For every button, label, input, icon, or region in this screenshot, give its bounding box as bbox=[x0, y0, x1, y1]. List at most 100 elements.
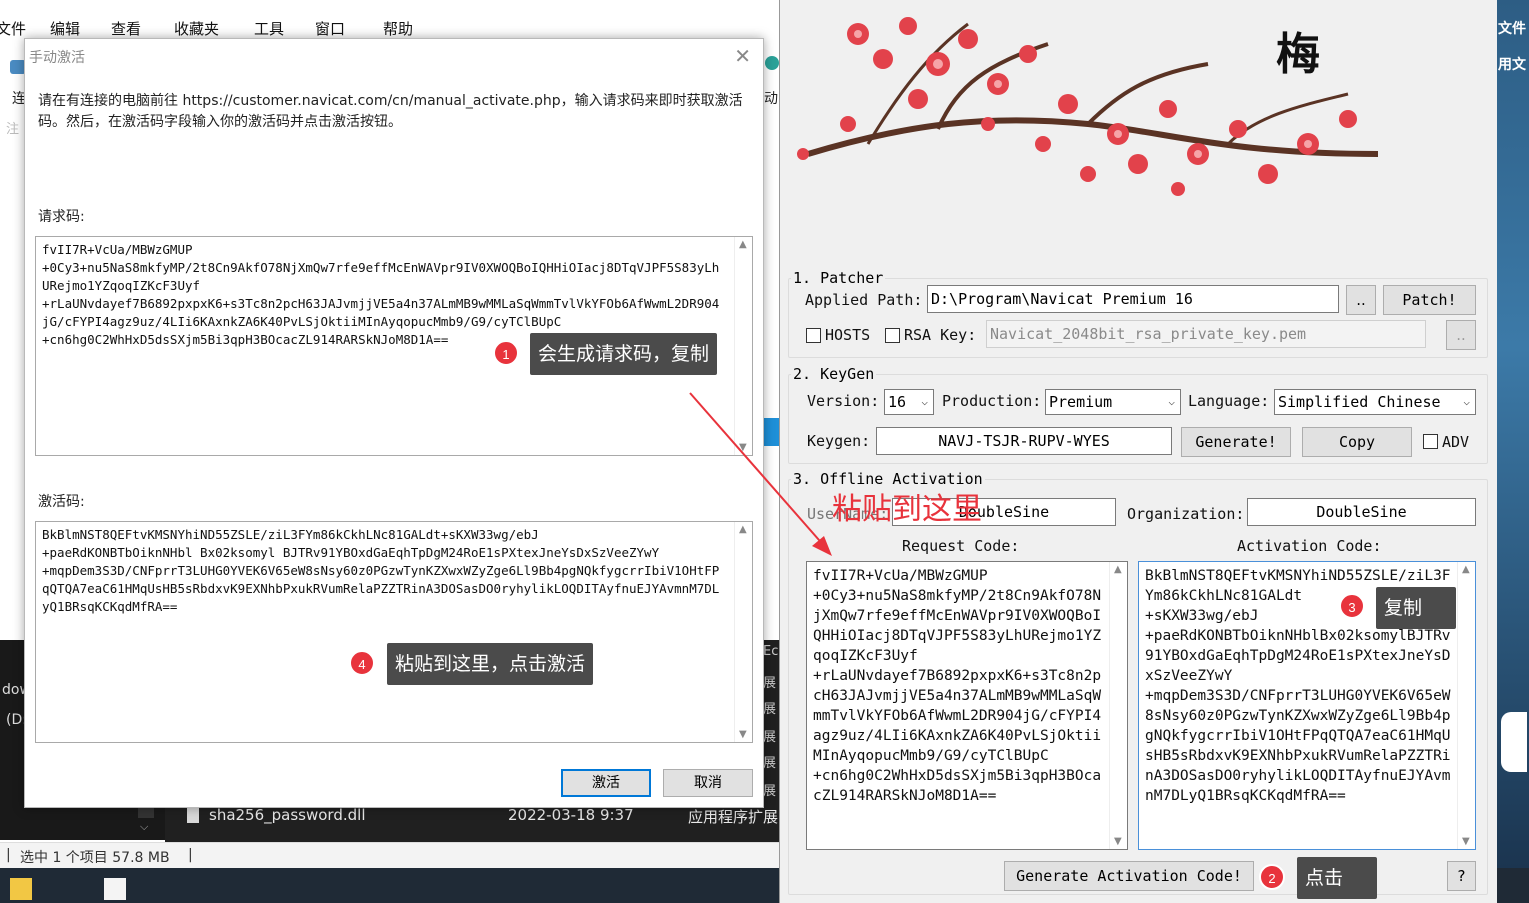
organization-label: Organization: bbox=[1127, 505, 1245, 523]
status-separator: | bbox=[188, 847, 193, 863]
applied-path-label: Applied Path: bbox=[805, 291, 923, 309]
cancel-button[interactable]: 取消 bbox=[663, 769, 753, 797]
applied-path-input[interactable]: D:\Program\Navicat Premium 16 bbox=[927, 285, 1339, 313]
browse-rsa-button[interactable]: .. bbox=[1446, 320, 1476, 350]
desktop-label: 文件 bbox=[1498, 21, 1526, 37]
blue-selection-fragment bbox=[763, 418, 780, 446]
version-select[interactable]: 16 ⌵ bbox=[884, 389, 934, 415]
type-frag: 展 bbox=[763, 676, 777, 691]
chevron-down-icon[interactable]: ▼ bbox=[739, 442, 747, 453]
manual-activation-dialog: 手动激活 ✕ 请在有连接的电脑前往 https://customer.navic… bbox=[24, 38, 764, 808]
step-badge-1: 1 bbox=[493, 340, 519, 366]
menu-help[interactable]: 帮助 bbox=[383, 18, 413, 39]
help-button[interactable]: ? bbox=[1447, 861, 1476, 891]
patch-button[interactable]: Patch! bbox=[1383, 285, 1476, 315]
key-output[interactable]: NAVJ-TSJR-RUPV-WYES bbox=[876, 427, 1172, 455]
activation-code-label: 激活码: bbox=[38, 494, 85, 510]
hosts-checkbox[interactable] bbox=[806, 328, 821, 343]
chevron-up-icon[interactable]: ▲ bbox=[739, 239, 747, 250]
language-value: Simplified Chinese bbox=[1278, 393, 1441, 411]
next-row-fragment bbox=[209, 834, 779, 842]
chevron-down-icon[interactable]: ▼ bbox=[1114, 836, 1122, 847]
desktop-background: 文件 用文 bbox=[1497, 0, 1529, 868]
step-badge-3: 3 bbox=[1339, 593, 1365, 619]
production-select[interactable]: Premium ⌵ bbox=[1045, 389, 1181, 415]
status-separator: | bbox=[6, 847, 11, 863]
adv-checkbox[interactable] bbox=[1423, 434, 1438, 449]
patcher-legend: 1. Patcher bbox=[791, 269, 886, 287]
status-bar: | 选中 1 个项目 57.8 MB | bbox=[0, 842, 780, 868]
version-value: 16 bbox=[888, 393, 907, 411]
activation-code-text: BkBlmNST8QEFtvKMSNYhiND55ZSLE/ziL3FYm86k… bbox=[42, 527, 720, 614]
callout-step-2: 点击 bbox=[1297, 857, 1377, 899]
activate-button[interactable]: 激活 bbox=[561, 769, 651, 797]
callout-step-4: 粘贴到这里，点击激活 bbox=[387, 643, 594, 685]
note-fragment: 注 bbox=[6, 122, 20, 137]
toolbar-label-auto: 动 bbox=[764, 91, 778, 107]
callout-step-1: 会生成请求码，复制 bbox=[530, 333, 718, 375]
production-value: Premium bbox=[1049, 393, 1113, 411]
folder-icon[interactable] bbox=[10, 878, 32, 900]
instruction-text: 请在有连接的电脑前往 https://customer.navicat.com/… bbox=[38, 93, 743, 130]
menu-view[interactable]: 查看 bbox=[111, 18, 141, 39]
activation-code-label: Activation Code: bbox=[1237, 537, 1382, 555]
automation-icon[interactable] bbox=[765, 56, 779, 70]
keygen-label: Keygen: bbox=[807, 432, 871, 450]
menu-favorites[interactable]: 收藏夹 bbox=[174, 18, 219, 39]
menu-tools[interactable]: 工具 bbox=[254, 18, 284, 39]
type-frag: 展 bbox=[763, 756, 777, 771]
paste-here-annotation: 粘贴到这里 bbox=[832, 492, 982, 527]
chevron-down-icon[interactable]: ⌵ bbox=[140, 820, 148, 834]
browse-path-button[interactable]: .. bbox=[1346, 285, 1376, 315]
adv-label: ADV bbox=[1442, 433, 1470, 451]
copy-key-button[interactable]: Copy bbox=[1302, 427, 1412, 457]
type-column-strip: Ec 展 展 展 展 展 bbox=[763, 640, 780, 800]
request-code-label: 请求码: bbox=[38, 209, 85, 225]
chevron-down-icon[interactable]: ▼ bbox=[1462, 836, 1470, 847]
request-code-label: Request Code: bbox=[902, 537, 1020, 555]
desktop-label: 用文 bbox=[1498, 57, 1526, 73]
language-select[interactable]: Simplified Chinese ⌵ bbox=[1274, 389, 1476, 415]
chevron-down-icon[interactable]: ▼ bbox=[739, 729, 747, 740]
dll-file-icon bbox=[187, 808, 199, 823]
chevron-up-icon[interactable]: ▲ bbox=[1462, 564, 1470, 575]
file-type: 应用程序扩展 bbox=[688, 808, 779, 826]
activation-code-textarea[interactable]: BkBlmNST8QEFtvKMSNYhiND55ZSLE/ziL3FYm86k… bbox=[35, 521, 753, 743]
language-label: Language: bbox=[1188, 392, 1270, 410]
production-label: Production: bbox=[942, 392, 1042, 410]
rsa-key-input[interactable]: Navicat_2048bit_rsa_private_key.pem bbox=[986, 320, 1426, 348]
type-frag: 展 bbox=[763, 784, 777, 799]
rsa-key-label: RSA Key: bbox=[904, 326, 977, 344]
scrollbar[interactable]: ▲ ▼ bbox=[1457, 562, 1475, 849]
menu-file[interactable]: 文件 bbox=[0, 18, 26, 39]
version-label: Version: bbox=[807, 392, 880, 410]
scrollbar[interactable]: ▲ ▼ bbox=[1109, 562, 1127, 849]
request-code-text: fvII7R+VcUa/MBWzGMUP +0Cy3+nu5NaS8mkfyMP… bbox=[813, 568, 1102, 804]
close-icon[interactable]: ✕ bbox=[734, 44, 751, 68]
chevron-up-icon[interactable]: ▲ bbox=[1114, 564, 1122, 575]
document-icon[interactable] bbox=[104, 878, 126, 900]
scrollbar[interactable]: ▲ ▼ bbox=[734, 237, 752, 455]
type-frag: 展 bbox=[763, 702, 777, 717]
hosts-label: HOSTS bbox=[825, 326, 871, 344]
chevron-up-icon[interactable]: ▲ bbox=[739, 524, 747, 535]
logo-calligraphy: 梅 bbox=[1276, 29, 1320, 80]
generate-activation-code-button[interactable]: Generate Activation Code! bbox=[1004, 861, 1254, 891]
step-badge-2: 2 bbox=[1259, 864, 1285, 890]
file-name: sha256_password.dll bbox=[209, 806, 366, 824]
organization-input[interactable]: DoubleSine bbox=[1247, 498, 1476, 526]
keygen-window: 梅 1. Patcher Applied Path: D:\Program\Na… bbox=[779, 0, 1497, 903]
rsa-key-checkbox[interactable] bbox=[885, 328, 900, 343]
desktop-shortcut-icon[interactable] bbox=[1501, 712, 1527, 772]
menu-edit[interactable]: 编辑 bbox=[50, 18, 80, 39]
type-frag: 展 bbox=[763, 730, 777, 745]
menu-window[interactable]: 窗口 bbox=[315, 18, 345, 39]
chevron-down-icon: ⌵ bbox=[1168, 395, 1175, 408]
type-frag: Ec bbox=[763, 644, 779, 659]
scrollbar[interactable]: ▲ ▼ bbox=[734, 522, 752, 742]
chevron-down-icon: ⌵ bbox=[1463, 395, 1470, 408]
generate-key-button[interactable]: Generate! bbox=[1181, 427, 1291, 457]
dialog-title: 手动激活 bbox=[29, 50, 85, 66]
file-date: 2022-03-18 9:37 bbox=[508, 806, 634, 824]
request-code-textarea[interactable]: fvII7R+VcUa/MBWzGMUP +0Cy3+nu5NaS8mkfyMP… bbox=[806, 561, 1128, 850]
